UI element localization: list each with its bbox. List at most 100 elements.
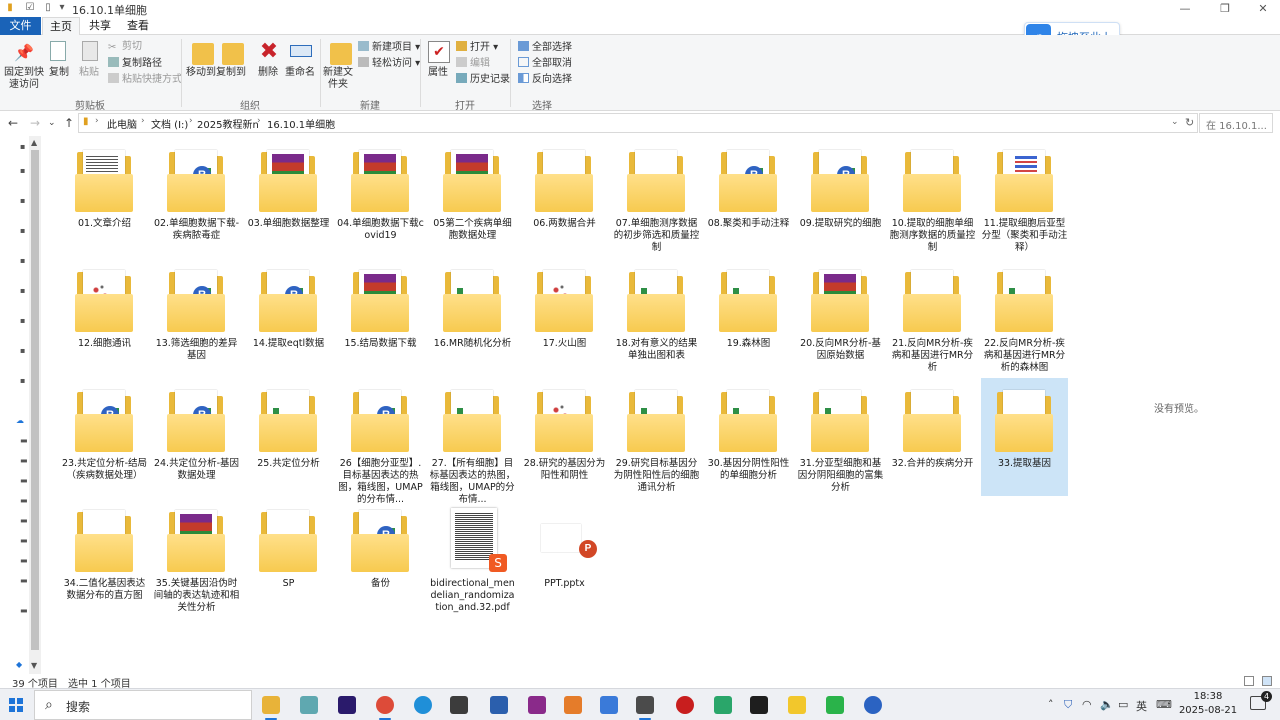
file-item[interactable]: 03.单细胞数据整理 <box>245 138 332 256</box>
edit-button[interactable]: 编辑 <box>456 57 490 70</box>
rename-button[interactable]: 重命名 <box>284 67 316 79</box>
delete-button[interactable]: 删除 <box>254 67 282 79</box>
file-explorer-icon[interactable] <box>262 696 280 720</box>
tab-file[interactable]: 文件 <box>0 17 41 35</box>
file-item[interactable]: Sbidirectional_mendelian_randomization_a… <box>429 498 516 616</box>
file-item[interactable]: 31.分亚型细胞和基因分阴阳细胞的富集分析 <box>797 378 884 496</box>
new-item-button[interactable]: 新建项目 ▾ <box>358 41 420 54</box>
file-item[interactable]: 07.单细胞测序数据的初步筛选和质量控制 <box>613 138 700 256</box>
new-folder-quick-icon[interactable]: ▯ <box>42 2 54 14</box>
move-to-button[interactable]: 移动到 <box>186 67 216 79</box>
file-item[interactable]: R13.筛选细胞的差异基因 <box>153 258 240 376</box>
onedrive-icon[interactable]: ☁ <box>16 416 25 425</box>
scroll-up-icon[interactable]: ▲ <box>31 138 37 147</box>
copy-button[interactable]: 复制 <box>46 67 72 79</box>
file-item[interactable]: R14.提取eqtl数据 <box>245 258 332 376</box>
file-item[interactable]: P PPT.pptx <box>521 498 608 616</box>
details-view-icon[interactable] <box>1244 676 1254 686</box>
history-button[interactable]: 历史记录 <box>456 73 510 86</box>
keyboard-icon[interactable]: ⌨ <box>1156 698 1172 711</box>
file-item[interactable]: R备份 <box>337 498 424 616</box>
taskbar-search[interactable]: ⌕ 搜索 <box>34 690 252 720</box>
record-app-icon[interactable] <box>676 696 694 714</box>
file-item[interactable]: 32.合并的疾病分开 <box>889 378 976 496</box>
file-item[interactable]: 18.对有意义的结果单独出图和表 <box>613 258 700 376</box>
tablet-app-icon[interactable] <box>300 696 318 714</box>
edge-icon[interactable] <box>414 696 432 714</box>
crumb-drive[interactable]: 文档 (I:) <box>151 116 188 131</box>
paste-button[interactable]: 粘贴 <box>76 67 102 79</box>
file-item[interactable]: R09.提取研究的细胞 <box>797 138 884 256</box>
file-item[interactable]: 25.共定位分析 <box>245 378 332 496</box>
pin-quick-access-button[interactable]: 固定到快速访问 <box>2 67 46 91</box>
file-item[interactable]: 29.研究目标基因分为阴性阳性后的细胞通讯分析 <box>613 378 700 496</box>
file-item[interactable]: 12.细胞通讯 <box>61 258 148 376</box>
windows-start-icon[interactable] <box>9 698 23 712</box>
refresh-icon[interactable]: ↻ <box>1185 116 1194 129</box>
chrome-icon[interactable] <box>376 696 394 720</box>
drive-icon[interactable]: ▬ <box>20 556 29 565</box>
chevron-down-icon[interactable]: ⌄ <box>1171 117 1179 127</box>
paste-shortcut-button[interactable]: 粘贴快捷方式 <box>108 73 182 86</box>
drive-icon[interactable]: ▬ <box>20 456 29 465</box>
3d-app-icon[interactable] <box>528 696 546 714</box>
open-button[interactable]: 打开 ▾ <box>456 41 498 54</box>
file-item[interactable]: 22.反向MR分析-疾病和基因进行MR分析的森林图 <box>981 258 1068 376</box>
file-item[interactable]: 34.二值化基因表达数据分布的直方图 <box>61 498 148 616</box>
easy-access-button[interactable]: 轻松访问 ▾ <box>358 57 420 70</box>
volume-icon[interactable]: 🔈 <box>1100 698 1114 711</box>
wifi-icon[interactable]: ◠ <box>1082 698 1092 711</box>
file-item[interactable]: SP <box>245 498 332 616</box>
file-item[interactable]: 33.提取基因 <box>981 378 1068 496</box>
select-none-button[interactable]: 全部取消 <box>518 57 572 70</box>
shield-icon[interactable]: ⛉ <box>1064 698 1072 712</box>
new-folder-button[interactable]: 新建文件夹 <box>322 67 354 91</box>
drive-icon[interactable]: ▬ <box>20 536 29 545</box>
file-item[interactable]: 21.反向MR分析-疾病和基因进行MR分析 <box>889 258 976 376</box>
chevron-up-icon[interactable]: ˄ <box>1048 698 1054 711</box>
nav-scroll-thumb[interactable] <box>31 150 39 650</box>
file-item[interactable]: 20.反向MR分析-基因原始数据 <box>797 258 884 376</box>
file-item[interactable]: 01.文章介绍 <box>61 138 148 256</box>
r-app-icon[interactable] <box>864 696 882 714</box>
file-item[interactable]: 16.MR随机化分析 <box>429 258 516 376</box>
close-button[interactable]: ✕ <box>1248 0 1278 17</box>
properties-quick-icon[interactable]: ☑ <box>24 2 36 14</box>
norton-app-icon[interactable] <box>788 696 806 714</box>
minimize-button[interactable]: — <box>1170 0 1200 17</box>
file-item[interactable]: R08.聚类和手动注释 <box>705 138 792 256</box>
crumb-current[interactable]: 16.10.1单细胞 <box>267 116 335 131</box>
r-studio-icon[interactable] <box>490 696 508 714</box>
file-item[interactable]: R26【细胞分亚型】.目标基因表达的热图，箱线图，UMAP的分布情... <box>337 378 424 505</box>
file-item[interactable]: 10.提取的细胞单细胞测序数据的质量控制 <box>889 138 976 256</box>
file-item[interactable]: R24.共定位分析-基因数据处理 <box>153 378 240 496</box>
drive-icon[interactable]: ▬ <box>20 606 29 615</box>
file-item[interactable]: 19.森林图 <box>705 258 792 376</box>
copy-to-button[interactable]: 复制到 <box>216 67 246 79</box>
ime-icon[interactable]: 英 <box>1136 698 1147 714</box>
console-app-icon[interactable] <box>750 696 768 714</box>
properties-button[interactable]: 属性 <box>424 67 452 79</box>
file-item[interactable]: 17.火山图 <box>521 258 608 376</box>
notification-icon[interactable]: 4 <box>1250 691 1272 710</box>
select-all-button[interactable]: 全部选择 <box>518 41 572 54</box>
invert-selection-button[interactable]: 反向选择 <box>518 73 572 86</box>
monitor-app-icon[interactable] <box>714 696 732 714</box>
file-item[interactable]: 30.基因分阴性阳性的单细胞分析 <box>705 378 792 496</box>
terminal-app-icon[interactable] <box>636 696 654 720</box>
file-item[interactable]: 28.研究的基因分为阳性和阴性 <box>521 378 608 496</box>
clock[interactable]: 18:38 2025-08-21 <box>1178 690 1238 718</box>
drive-icon[interactable]: ▬ <box>20 436 29 445</box>
scroll-down-icon[interactable]: ▼ <box>31 661 37 670</box>
up-arrow-icon[interactable]: ↑ <box>64 116 74 130</box>
file-item[interactable]: 35.关键基因沿伪时间轴的表达轨迹和相关性分析 <box>153 498 240 616</box>
file-item[interactable]: 15.结局数据下载 <box>337 258 424 376</box>
search-box[interactable]: 在 16.10.1... <box>1199 113 1273 133</box>
address-path[interactable]: ▮ › 此电脑 › 文档 (I:) › 2025教程新n › 16.10.1单细… <box>78 113 1198 133</box>
maximize-button[interactable]: ❐ <box>1210 0 1240 17</box>
copy-path-button[interactable]: 复制路径 <box>108 57 162 70</box>
file-item[interactable]: R23.共定位分析-结局（疾病数据处理） <box>61 378 148 496</box>
file-item[interactable]: 27.【所有细胞】目标基因表达的热图，箱线图，UMAP的分布情... <box>429 378 516 505</box>
file-item[interactable]: R02.单细胞数据下载-疾病脓毒症 <box>153 138 240 256</box>
sublime-icon[interactable] <box>564 696 582 714</box>
